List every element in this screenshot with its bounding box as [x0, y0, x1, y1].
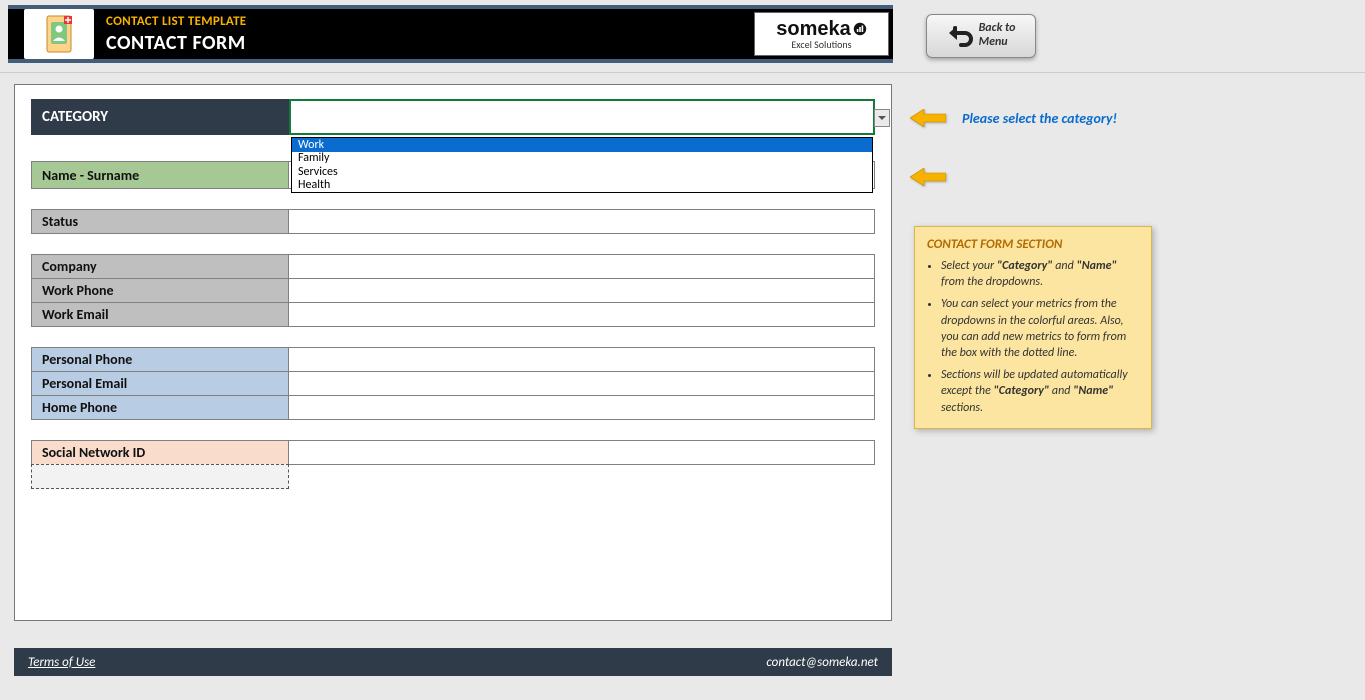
home-phone-value	[289, 395, 875, 420]
work-phone-value	[289, 278, 875, 303]
dropdown-option-work[interactable]: Work	[292, 138, 872, 152]
brand-name: someka	[776, 19, 851, 39]
dropdown-toggle-button[interactable]	[874, 109, 890, 127]
name-label: Name - Surname	[31, 161, 289, 189]
page-title: CONTACT FORM	[106, 31, 754, 55]
footer-bar: Terms of Use contact@someka.net	[14, 648, 892, 676]
home-phone-label: Home Phone	[31, 395, 289, 420]
header-titles: CONTACT LIST TEMPLATE CONTACT FORM	[106, 14, 754, 55]
status-value	[289, 209, 875, 234]
back-to-menu-button[interactable]: Back to Menu	[926, 14, 1036, 58]
category-label: CATEGORY	[31, 99, 289, 135]
brand-subtitle: Excel Solutions	[791, 40, 851, 50]
work-phone-label: Work Phone	[31, 278, 289, 303]
dropdown-option-services[interactable]: Services	[292, 165, 872, 179]
chevron-down-icon	[878, 114, 886, 122]
dropdown-option-health[interactable]: Health	[292, 179, 872, 193]
terms-of-use-link[interactable]: Terms of Use	[28, 655, 95, 670]
help-item-1: Select your "Category" and "Name" from t…	[941, 258, 1139, 290]
personal-email-label: Personal Email	[31, 371, 289, 396]
contact-form: CATEGORY Work Family Services Health Nam…	[14, 84, 892, 621]
arrow-name-icon	[910, 168, 946, 186]
back-arrow-icon	[947, 23, 973, 49]
status-label: Status	[31, 209, 289, 234]
help-item-3: Sections will be updated automatically e…	[941, 367, 1139, 416]
work-email-label: Work Email	[31, 302, 289, 327]
arrow-category-icon	[910, 109, 946, 127]
personal-phone-label: Personal Phone	[31, 347, 289, 372]
select-category-hint: Please select the category!	[962, 110, 1117, 127]
company-value	[289, 254, 875, 279]
category-dropdown-list: Work Family Services Health	[291, 137, 873, 193]
back-button-label: Back to Menu	[979, 22, 1016, 50]
template-logo	[24, 9, 94, 59]
personal-email-value	[289, 371, 875, 396]
divider	[0, 72, 1365, 73]
social-value	[289, 440, 875, 465]
template-title: CONTACT LIST TEMPLATE	[106, 14, 754, 29]
brand-logo: someka Excel Solutions	[754, 12, 889, 56]
add-metric-cell[interactable]	[31, 464, 289, 489]
category-dropdown[interactable]: Work Family Services Health	[289, 99, 875, 135]
social-label: Social Network ID	[31, 440, 289, 465]
help-panel: CONTACT FORM SECTION Select your "Catego…	[914, 226, 1152, 429]
dropdown-option-family[interactable]: Family	[292, 152, 872, 166]
help-title: CONTACT FORM SECTION	[927, 237, 1139, 252]
personal-phone-value	[289, 347, 875, 372]
work-email-value	[289, 302, 875, 327]
company-label: Company	[31, 254, 289, 279]
help-item-2: You can select your metrics from the dro…	[941, 296, 1139, 361]
contact-email: contact@someka.net	[766, 655, 878, 670]
header-banner: CONTACT LIST TEMPLATE CONTACT FORM somek…	[8, 5, 893, 63]
